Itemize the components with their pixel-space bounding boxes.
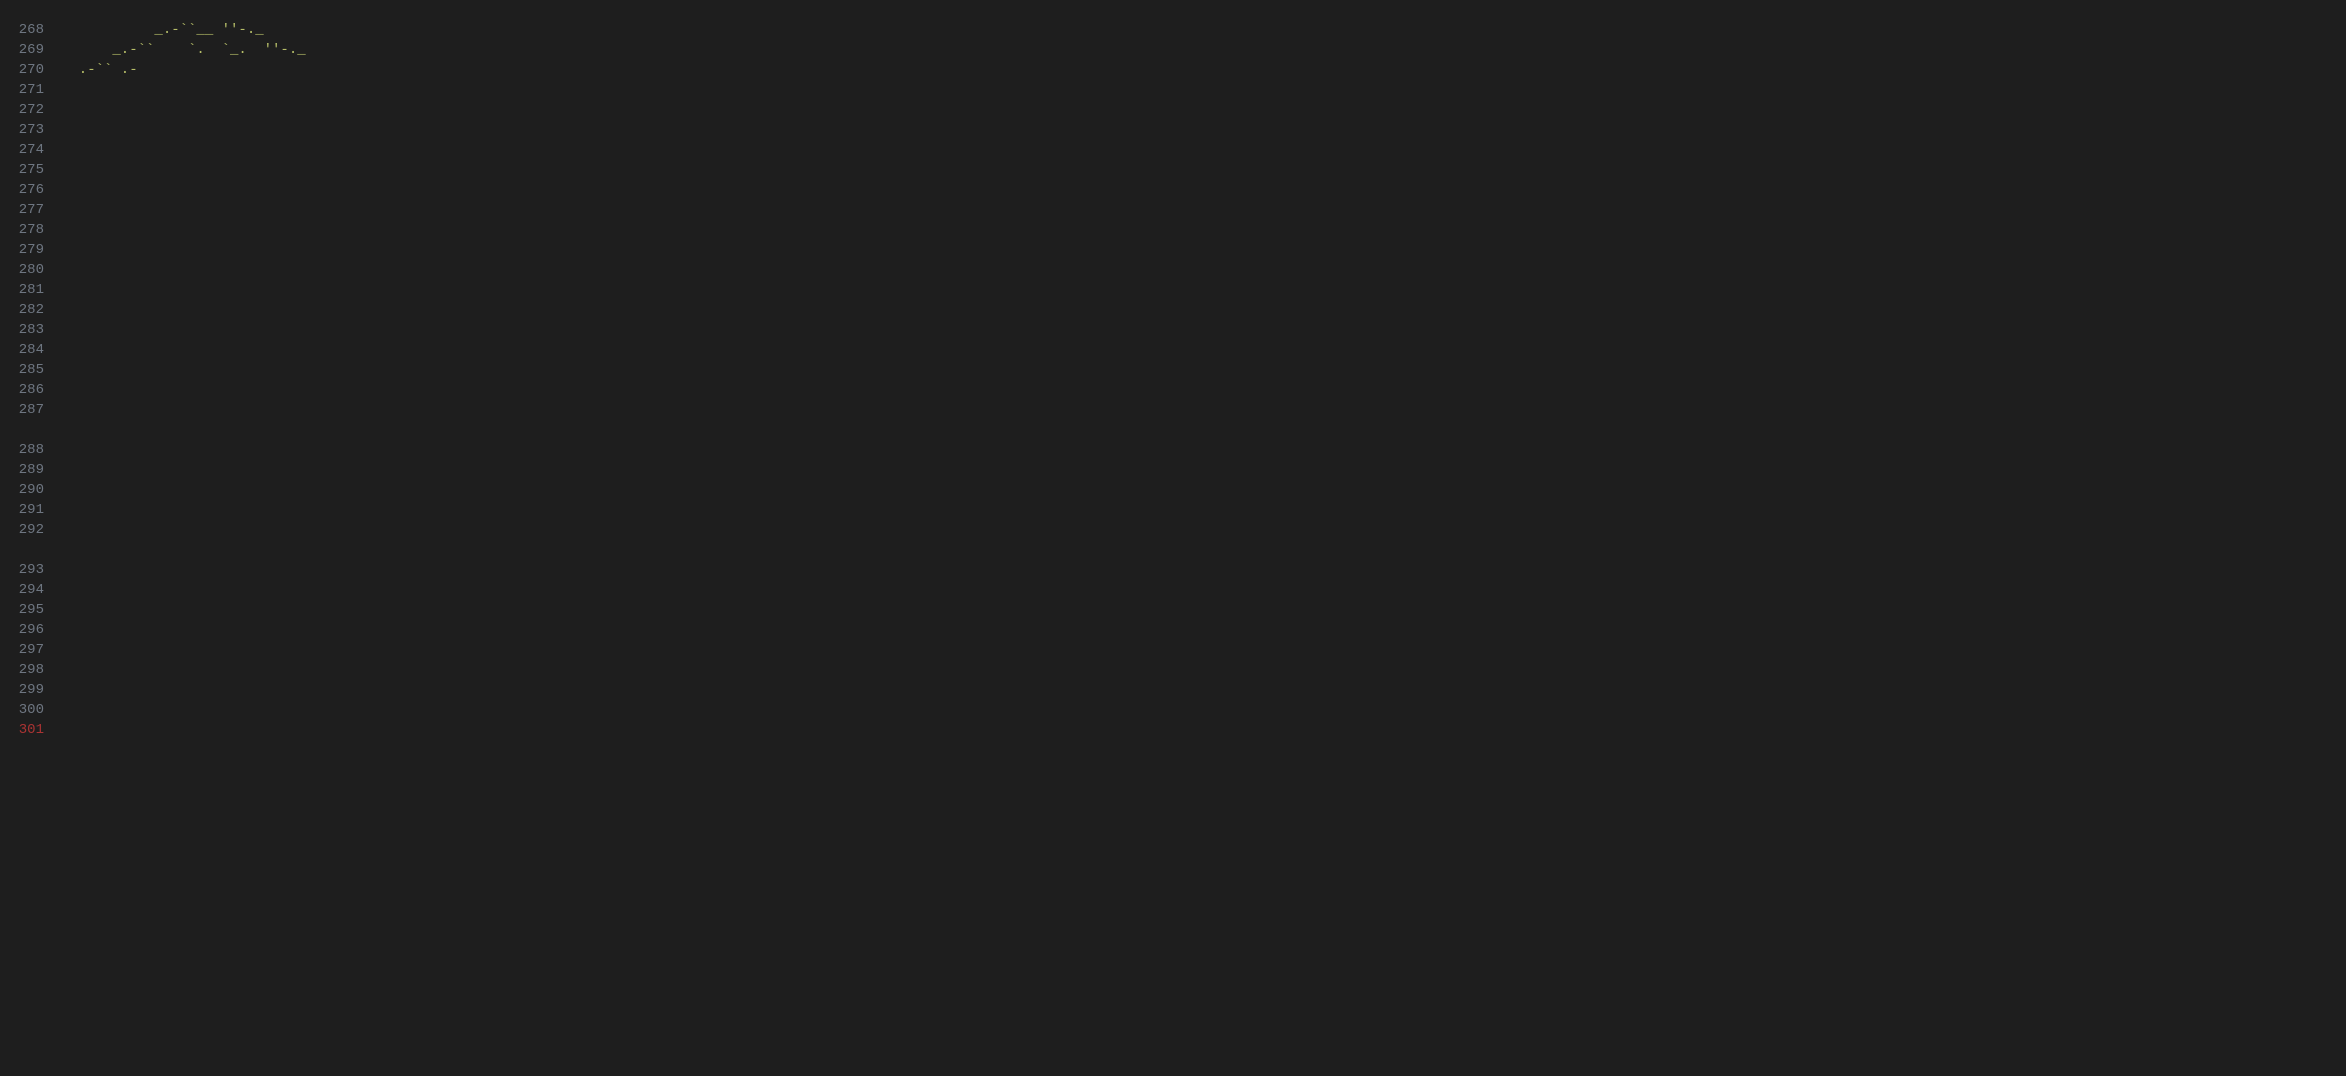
ln: 298 [19,662,44,678]
ln: 300 [19,702,44,718]
ln: 299 [19,682,44,698]
ln: 283 [19,322,44,338]
ln: 287 [19,402,44,418]
ln: 278 [19,222,44,238]
ln: 293 [19,562,44,578]
ln: 277 [19,202,44,218]
ln: 289 [19,462,44,478]
line-number-gutter: 268 269 270 271 272 273 274 275 276 277 … [0,0,44,740]
ascii-art: _.-``__ ''-._ [62,22,264,38]
ln: 297 [19,642,44,658]
ln: 276 [19,182,44,198]
ln: 290 [19,482,44,498]
ln: 288 [19,442,44,458]
ln: 285 [19,362,44,378]
ln: 269 [19,42,44,58]
ln: 274 [19,142,44,158]
ln: 296 [19,622,44,638]
ln: 295 [19,602,44,618]
ln: 286 [19,382,44,398]
ln: 281 [19,282,44,298]
ascii-art: .-`` .- [62,62,138,78]
ln: 280 [19,262,44,278]
ln: 282 [19,302,44,318]
ln: 273 [19,122,44,138]
ln: 291 [19,502,44,518]
ln: 271 [19,82,44,98]
ascii-art: _.-`` `. `_. ''-._ [62,42,398,58]
ln: 268 [19,22,44,38]
ln: 270 [19,62,44,78]
ln: 279 [19,242,44,258]
ln: 294 [19,582,44,598]
ln: 284 [19,342,44,358]
terminal-output[interactable]: _.-``__ ''-._ _.-`` `. `_. ''-._ .-`` .- [62,0,398,80]
ln: 301 [19,722,44,738]
ln: 272 [19,102,44,118]
ln: 292 [19,522,44,538]
ln: 275 [19,162,44,178]
